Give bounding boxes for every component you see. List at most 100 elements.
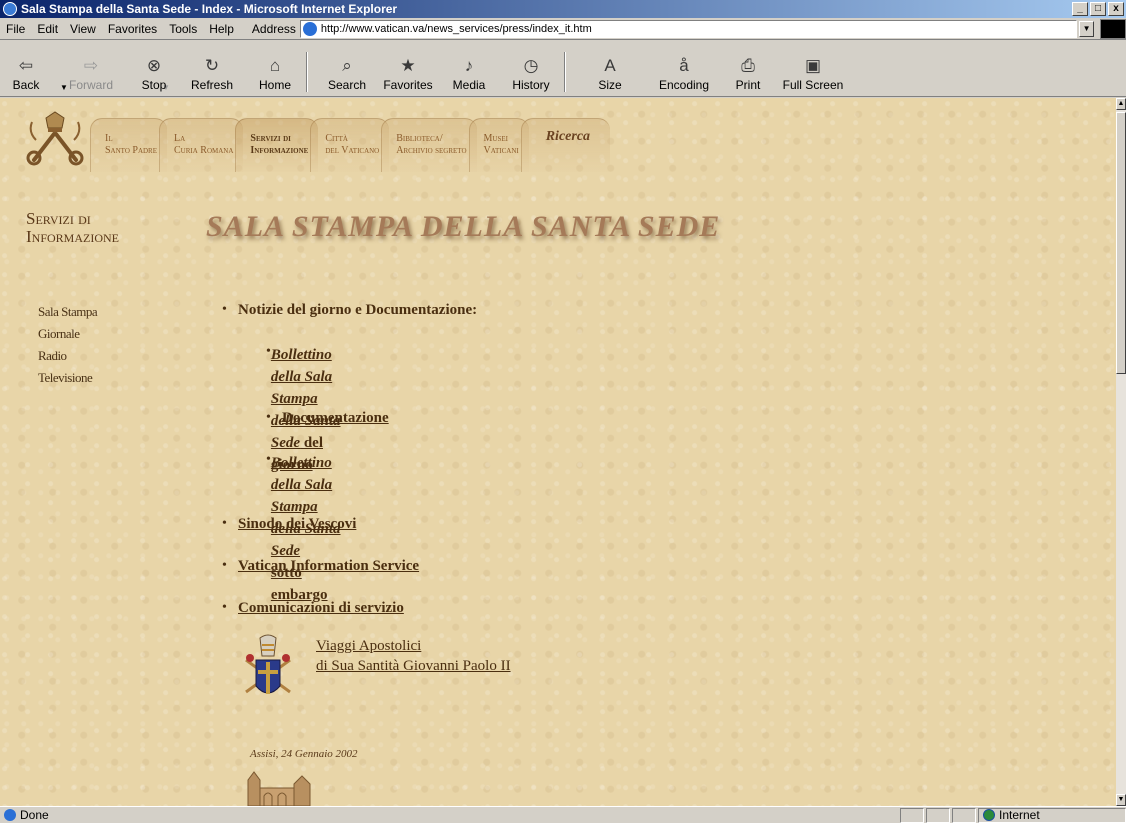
zone-label: Internet — [999, 808, 1040, 822]
list-item-vis: • Vatican Information Service — [222, 558, 419, 575]
favorites-button[interactable]: ★ Favorites — [378, 44, 438, 92]
print-button[interactable]: ⎙ Print — [728, 44, 768, 92]
list-item-comunicazioni: • Comunicazioni di servizio — [222, 600, 404, 617]
scroll-up-button[interactable]: ▲ — [1116, 98, 1126, 110]
tab-label-line1: Il — [105, 133, 113, 144]
refresh-label: Refresh — [190, 78, 234, 92]
menu-tools[interactable]: Tools — [163, 22, 203, 36]
sidenav-item-radio[interactable]: Radio — [38, 345, 97, 367]
menu-favorites[interactable]: Favorites — [102, 22, 163, 36]
vatican-information-service-link[interactable]: Vatican Information Service — [238, 558, 419, 575]
home-icon: ⌂ — [269, 56, 281, 75]
bollettino-suffix: del — [300, 435, 323, 451]
text-size-icon: A — [604, 56, 616, 75]
bullet-icon: • — [222, 302, 227, 317]
tab-label-line2: Informazione — [250, 145, 309, 156]
internet-zone-icon — [983, 809, 995, 821]
media-button[interactable]: ♪ Media — [444, 44, 494, 92]
back-button[interactable]: ⇦ Back — [4, 44, 48, 92]
encoding-icon: å — [679, 56, 689, 75]
windows-logo-icon — [1100, 18, 1126, 39]
stop-button[interactable]: ⊗ Stop — [134, 44, 174, 92]
status-bar: Done Internet — [0, 806, 1126, 823]
menu-view[interactable]: View — [64, 22, 102, 36]
address-input[interactable]: http://www.vatican.va/news_services/pres… — [299, 19, 1077, 38]
full-screen-icon: ▣ — [804, 56, 822, 75]
tab-ricerca[interactable]: Ricerca — [520, 118, 611, 172]
bullet-icon: • — [266, 410, 271, 425]
favorites-icon: ★ — [400, 56, 416, 75]
encoding-button[interactable]: å Encoding — [652, 44, 716, 92]
search-button[interactable]: ⌕ Search — [320, 44, 374, 92]
sidenav-item-giornale[interactable]: Giornale — [38, 323, 97, 345]
print-icon: ⎙ — [741, 56, 755, 75]
title-bar: Sala Stampa della Santa Sede - Index - M… — [0, 0, 1126, 18]
security-zone: Internet — [978, 807, 1126, 823]
comunicazioni-link[interactable]: Comunicazioni di servizio — [238, 600, 404, 617]
section-title: Servizi di Informazione — [26, 210, 119, 246]
tab-servizi-informazione[interactable]: Servizi di Informazione — [235, 118, 319, 172]
bullet-icon: • — [222, 516, 227, 531]
forward-label: Forward — [68, 78, 113, 92]
papal-coat-of-arms-icon[interactable] — [244, 634, 292, 706]
section-title-line1: Servizi di — [26, 209, 91, 228]
tab-label-line2: Archivio segreto — [396, 145, 467, 156]
notizie-label: Notizie del giorno e Documentazione: — [238, 302, 478, 318]
tab-label-line1: Musei — [483, 133, 508, 144]
documentazione-link[interactable]: Documentazione — [282, 410, 389, 427]
viaggi-link-line1[interactable]: Viaggi Apostolici — [316, 638, 421, 654]
assisi-basilica-icon[interactable] — [244, 758, 314, 806]
status-panel — [952, 807, 976, 823]
menu-bar: File Edit View Favorites Tools Help Addr… — [0, 18, 1126, 40]
tab-citta-vaticano[interactable]: Città del Vaticano — [310, 118, 390, 172]
sidenav-item-televisione[interactable]: Televisione — [38, 367, 97, 389]
tab-musei-vaticani[interactable]: Musei Vaticani — [468, 118, 529, 172]
menu-help[interactable]: Help — [203, 22, 240, 36]
status-panel — [900, 807, 924, 823]
forward-arrow-icon: ⇨ — [83, 56, 99, 75]
window-title: Sala Stampa della Santa Sede - Index - M… — [21, 2, 398, 16]
tab-label-line1: Biblioteca/ — [396, 133, 443, 144]
window-controls: _ □ x — [1072, 2, 1124, 16]
tab-santo-padre[interactable]: Il Santo Padre — [90, 118, 167, 172]
page-banner: SALA STAMPA DELLA SANTA SEDE — [206, 210, 721, 243]
standard-toolbar: ⇦ Back ▼ ⇨ Forward ▼ ⊗ Stop ↻ Refresh ⌂ … — [0, 41, 1126, 97]
sidenav-item-sala-stampa[interactable]: Sala Stampa — [38, 301, 98, 323]
viaggi-link-line2[interactable]: di Sua Santità Giovanni Paolo II — [316, 658, 511, 674]
tab-curia-romana[interactable]: La Curia Romana — [159, 118, 244, 172]
bullet-icon: • — [222, 600, 227, 615]
page-done-icon — [4, 809, 16, 821]
address-dropdown-button[interactable]: ▼ — [1078, 20, 1095, 37]
side-navigation: Sala Stampa Giornale Radio Televisione — [38, 301, 98, 389]
tab-biblioteca-archivio[interactable]: Biblioteca/ Archivio segreto — [381, 118, 477, 172]
home-button[interactable]: ⌂ Home — [250, 44, 300, 92]
menu-edit[interactable]: Edit — [31, 22, 64, 36]
sinodo-link[interactable]: Sinodo dei Vescovi — [238, 516, 356, 533]
toolbar-separator — [306, 52, 308, 92]
forward-button[interactable]: ⇨ Forward — [66, 44, 116, 92]
tab-label-line2: Santo Padre — [105, 145, 157, 156]
embargo-link[interactable]: Bollettino della Sala Stampa della Santa… — [271, 455, 341, 559]
stop-label: Stop — [141, 78, 167, 92]
list-item-documentazione: • Documentazione — [266, 410, 389, 427]
vatican-crest-icon[interactable] — [24, 110, 86, 166]
bollettino-link[interactable]: Bollettino della Sala Stampa della Santa… — [271, 347, 341, 451]
scroll-thumb[interactable] — [1116, 112, 1126, 374]
close-button[interactable]: x — [1108, 2, 1124, 16]
scroll-down-button[interactable]: ▼ — [1116, 794, 1126, 806]
home-label: Home — [258, 78, 291, 92]
minimize-button[interactable]: _ — [1072, 2, 1088, 16]
text-size-button[interactable]: A Size — [590, 44, 630, 92]
media-label: Media — [452, 78, 486, 92]
tab-label-line1: La — [174, 133, 186, 144]
viaggi-apostolici: Viaggi Apostolici di Sua Santità Giovann… — [316, 636, 511, 676]
tab-label-line1: Ricerca — [545, 129, 591, 144]
full-screen-button[interactable]: ▣ Full Screen — [778, 44, 848, 92]
refresh-button[interactable]: ↻ Refresh — [184, 44, 240, 92]
list-item-notizie: • Notizie del giorno e Documentazione: — [222, 302, 477, 319]
tab-label-line2: Curia Romana — [174, 145, 234, 156]
maximize-button[interactable]: □ — [1090, 2, 1106, 16]
vertical-scrollbar[interactable]: ▲ ▼ — [1116, 98, 1126, 806]
menu-file[interactable]: File — [0, 22, 31, 36]
history-button[interactable]: ◷ History — [504, 44, 558, 92]
